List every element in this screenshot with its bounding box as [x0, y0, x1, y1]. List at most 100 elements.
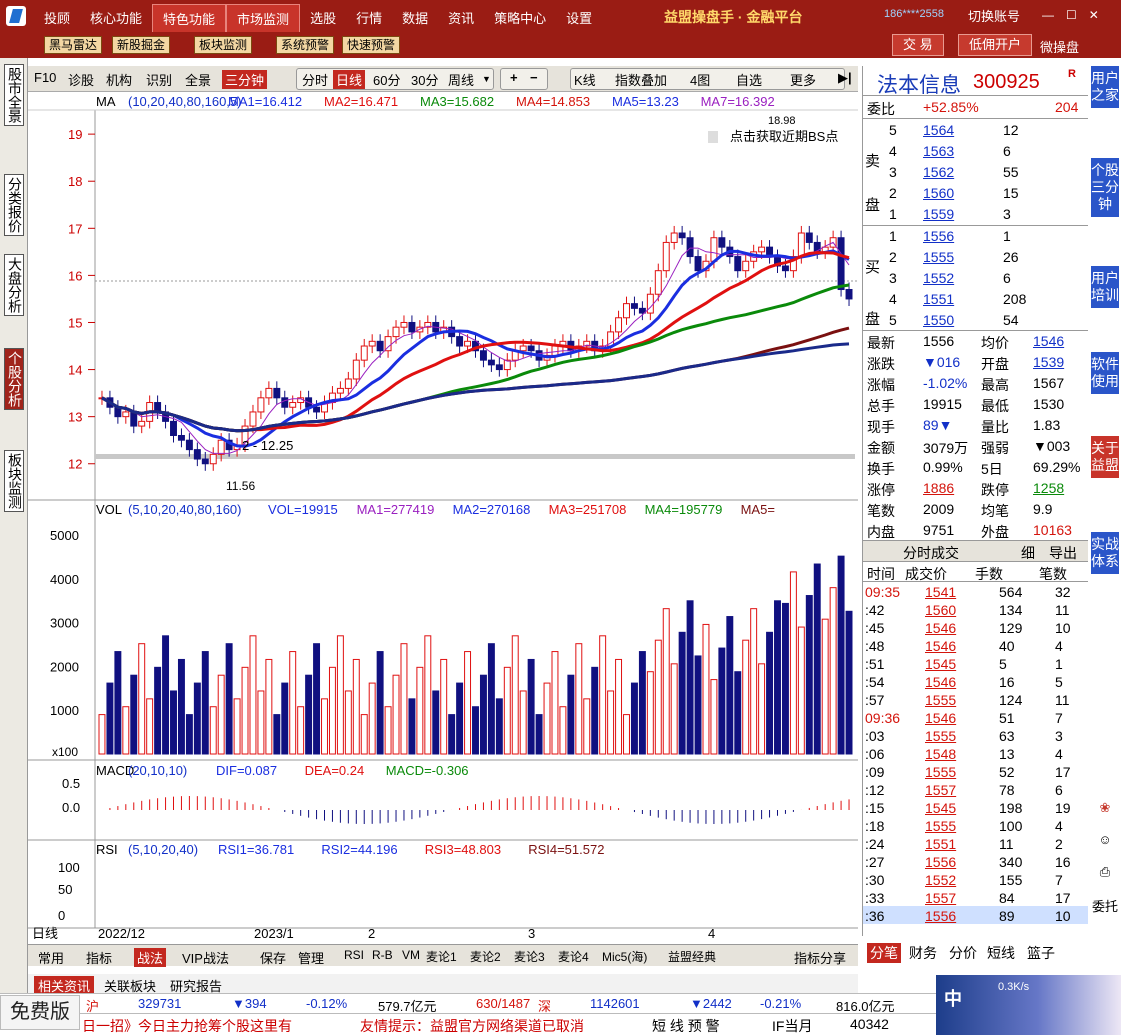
quote-tab-0[interactable]: 分笔: [867, 943, 901, 963]
switch-account-link[interactable]: 切换账号: [968, 6, 1020, 25]
quote-row: 涨幅 -1.02% 最高 1567: [863, 373, 1088, 394]
tick-export-button[interactable]: 导出: [1049, 543, 1077, 563]
more-dropdown[interactable]: 更多: [790, 70, 816, 89]
diagnose-button[interactable]: 诊股: [68, 70, 94, 89]
indicator-tab-15[interactable]: 指标分享: [794, 948, 846, 967]
topnav-item-6[interactable]: 数据: [392, 4, 438, 33]
indicator-tab-4[interactable]: 保存: [260, 948, 286, 967]
right-tab-2[interactable]: 用户培训: [1091, 266, 1119, 309]
quote-tab-4[interactable]: 篮子: [1027, 943, 1055, 963]
news-item[interactable]: IF当月: [772, 1016, 812, 1036]
indicator-tab-7[interactable]: R-B: [372, 948, 393, 962]
maximize-icon[interactable]: ☐: [1066, 8, 1077, 22]
stat-value: 1556: [923, 333, 955, 349]
right-tab-0[interactable]: 用户之家: [1091, 66, 1119, 109]
indicator-tab-3[interactable]: VIP战法: [182, 948, 229, 967]
right-tab-3[interactable]: 软件使用: [1091, 352, 1119, 395]
bs-hint[interactable]: 点击获取近期BS点: [730, 129, 838, 144]
zoom-out-icon[interactable]: −: [530, 70, 538, 85]
zoom-in-icon[interactable]: +: [510, 70, 518, 85]
print-icon[interactable]: ⎙: [1091, 864, 1119, 890]
micro-trade-link[interactable]: 微操盘: [1040, 37, 1079, 56]
skin-icon[interactable]: ❀: [1091, 800, 1119, 826]
period-weekly[interactable]: 周线: [448, 70, 474, 89]
tick-header: 笔数: [1039, 566, 1067, 582]
legend-label[interactable]: RSI: [96, 842, 118, 857]
candle: [678, 232, 686, 239]
indicator-tab-8[interactable]: VM: [402, 948, 420, 962]
topnav-item-5[interactable]: 行情: [346, 4, 392, 33]
topnav-item-0[interactable]: 投顾: [34, 4, 80, 33]
indicator-tab-5[interactable]: 管理: [298, 948, 324, 967]
volume-bar: [591, 666, 599, 755]
indicator-tab-12[interactable]: 麦论4: [558, 948, 589, 965]
close-icon[interactable]: ✕: [1089, 8, 1099, 22]
left-tab-4[interactable]: 板块监测: [4, 450, 24, 512]
quote-tab-2[interactable]: 分价: [949, 943, 977, 963]
right-tab-4[interactable]: 关于益盟: [1091, 436, 1119, 479]
indicator-tab-13[interactable]: Mic5(海): [602, 948, 647, 965]
right-tab-1[interactable]: 个股三分钟: [1091, 158, 1119, 218]
panorama-button[interactable]: 全景: [185, 70, 211, 89]
period-intraday[interactable]: 分时: [302, 70, 328, 89]
legend-label[interactable]: MA: [96, 94, 116, 109]
kline-dropdown[interactable]: K线: [574, 70, 596, 89]
indicator-tab-6[interactable]: RSI: [344, 948, 364, 962]
stock-chart[interactable]: MA (10,20,40,80,160,5)MA1=16.412 MA2=16.47…: [28, 92, 858, 944]
entrust-button[interactable]: 委托: [1091, 896, 1119, 922]
quote-tab-1[interactable]: 财务: [909, 943, 937, 963]
topnav-item-8[interactable]: 策略中心: [484, 4, 556, 33]
service-icon[interactable]: ☺: [1091, 832, 1119, 858]
toolbar-btn-4[interactable]: 快速预警: [342, 36, 401, 54]
toolbar-right-btn-0[interactable]: 交 易: [892, 34, 944, 56]
topnav-item-9[interactable]: 设置: [556, 4, 602, 33]
tick-price: 1560: [925, 602, 957, 618]
left-tab-0[interactable]: 股市全景: [4, 64, 24, 126]
indicator-tab-2[interactable]: 战法: [134, 948, 167, 967]
toolbar-right-btn-1[interactable]: 低佣开户: [958, 34, 1033, 56]
volume-bar: [829, 587, 837, 755]
institution-button[interactable]: 机构: [106, 70, 132, 89]
self-select-dropdown[interactable]: 自选: [736, 70, 762, 89]
f10-button[interactable]: F10: [34, 70, 56, 85]
indicator-tab-14[interactable]: 益盟经典: [668, 948, 716, 965]
news-item[interactable]: 友情提示：益盟官方网络渠道已取消: [360, 1016, 584, 1036]
news-item[interactable]: 日一招》今日主力抢筹个股这里有: [82, 1016, 292, 1036]
desktop-widget[interactable]: 中 0.3K/s: [936, 975, 1121, 1035]
news-item[interactable]: 40342: [850, 1016, 889, 1032]
topnav-item-1[interactable]: 核心功能: [80, 4, 152, 33]
tick-detail-button[interactable]: 细: [1021, 543, 1035, 563]
identify-button[interactable]: 识别: [146, 70, 172, 89]
left-tab-2[interactable]: 大盘分析: [4, 254, 24, 316]
topnav-item-2[interactable]: 特色功能: [152, 4, 227, 33]
quote-tab-3[interactable]: 短线: [987, 943, 1015, 963]
period-60min[interactable]: 60分: [373, 70, 400, 89]
indicator-tab-9[interactable]: 麦论1: [426, 948, 457, 965]
bs-lock-icon[interactable]: [708, 131, 718, 143]
right-tab-5[interactable]: 实战体系: [1091, 532, 1119, 575]
collapse-panel-icon[interactable]: ▶|: [838, 70, 852, 86]
indicator-tab-1[interactable]: 指标: [86, 948, 112, 967]
topnav-item-3[interactable]: 市场监测: [226, 4, 301, 33]
indicator-tab-11[interactable]: 麦论3: [514, 948, 545, 965]
legend-label[interactable]: VOL: [96, 502, 122, 517]
minimize-icon[interactable]: —: [1042, 8, 1054, 22]
period-30min[interactable]: 30分: [411, 70, 438, 89]
left-tab-1[interactable]: 分类报价: [4, 174, 24, 236]
topnav-item-4[interactable]: 选股: [300, 4, 346, 33]
toolbar-btn-1[interactable]: 新股掘金: [112, 36, 171, 54]
topnav-item-7[interactable]: 资讯: [438, 4, 484, 33]
four-charts-dropdown[interactable]: 4图: [690, 70, 710, 89]
index-overlay-dropdown[interactable]: 指数叠加: [615, 70, 667, 89]
indicator-tab-0[interactable]: 常用: [38, 948, 64, 967]
chevron-down-icon[interactable]: ▼: [482, 74, 491, 84]
news-item[interactable]: 短 线 预 警: [652, 1016, 720, 1036]
left-tab-3[interactable]: 个股分析: [4, 348, 24, 410]
period-daily[interactable]: 日线: [333, 70, 366, 89]
indicator-tab-10[interactable]: 麦论2: [470, 948, 501, 965]
toolbar-btn-2[interactable]: 板块监测: [194, 36, 253, 54]
three-min-button[interactable]: 三分钟: [222, 70, 268, 89]
toolbar-btn-0[interactable]: 黑马雷达: [44, 36, 103, 54]
toolbar-btn-3[interactable]: 系统预警: [276, 36, 335, 54]
free-version-badge[interactable]: 免费版: [0, 995, 80, 1030]
